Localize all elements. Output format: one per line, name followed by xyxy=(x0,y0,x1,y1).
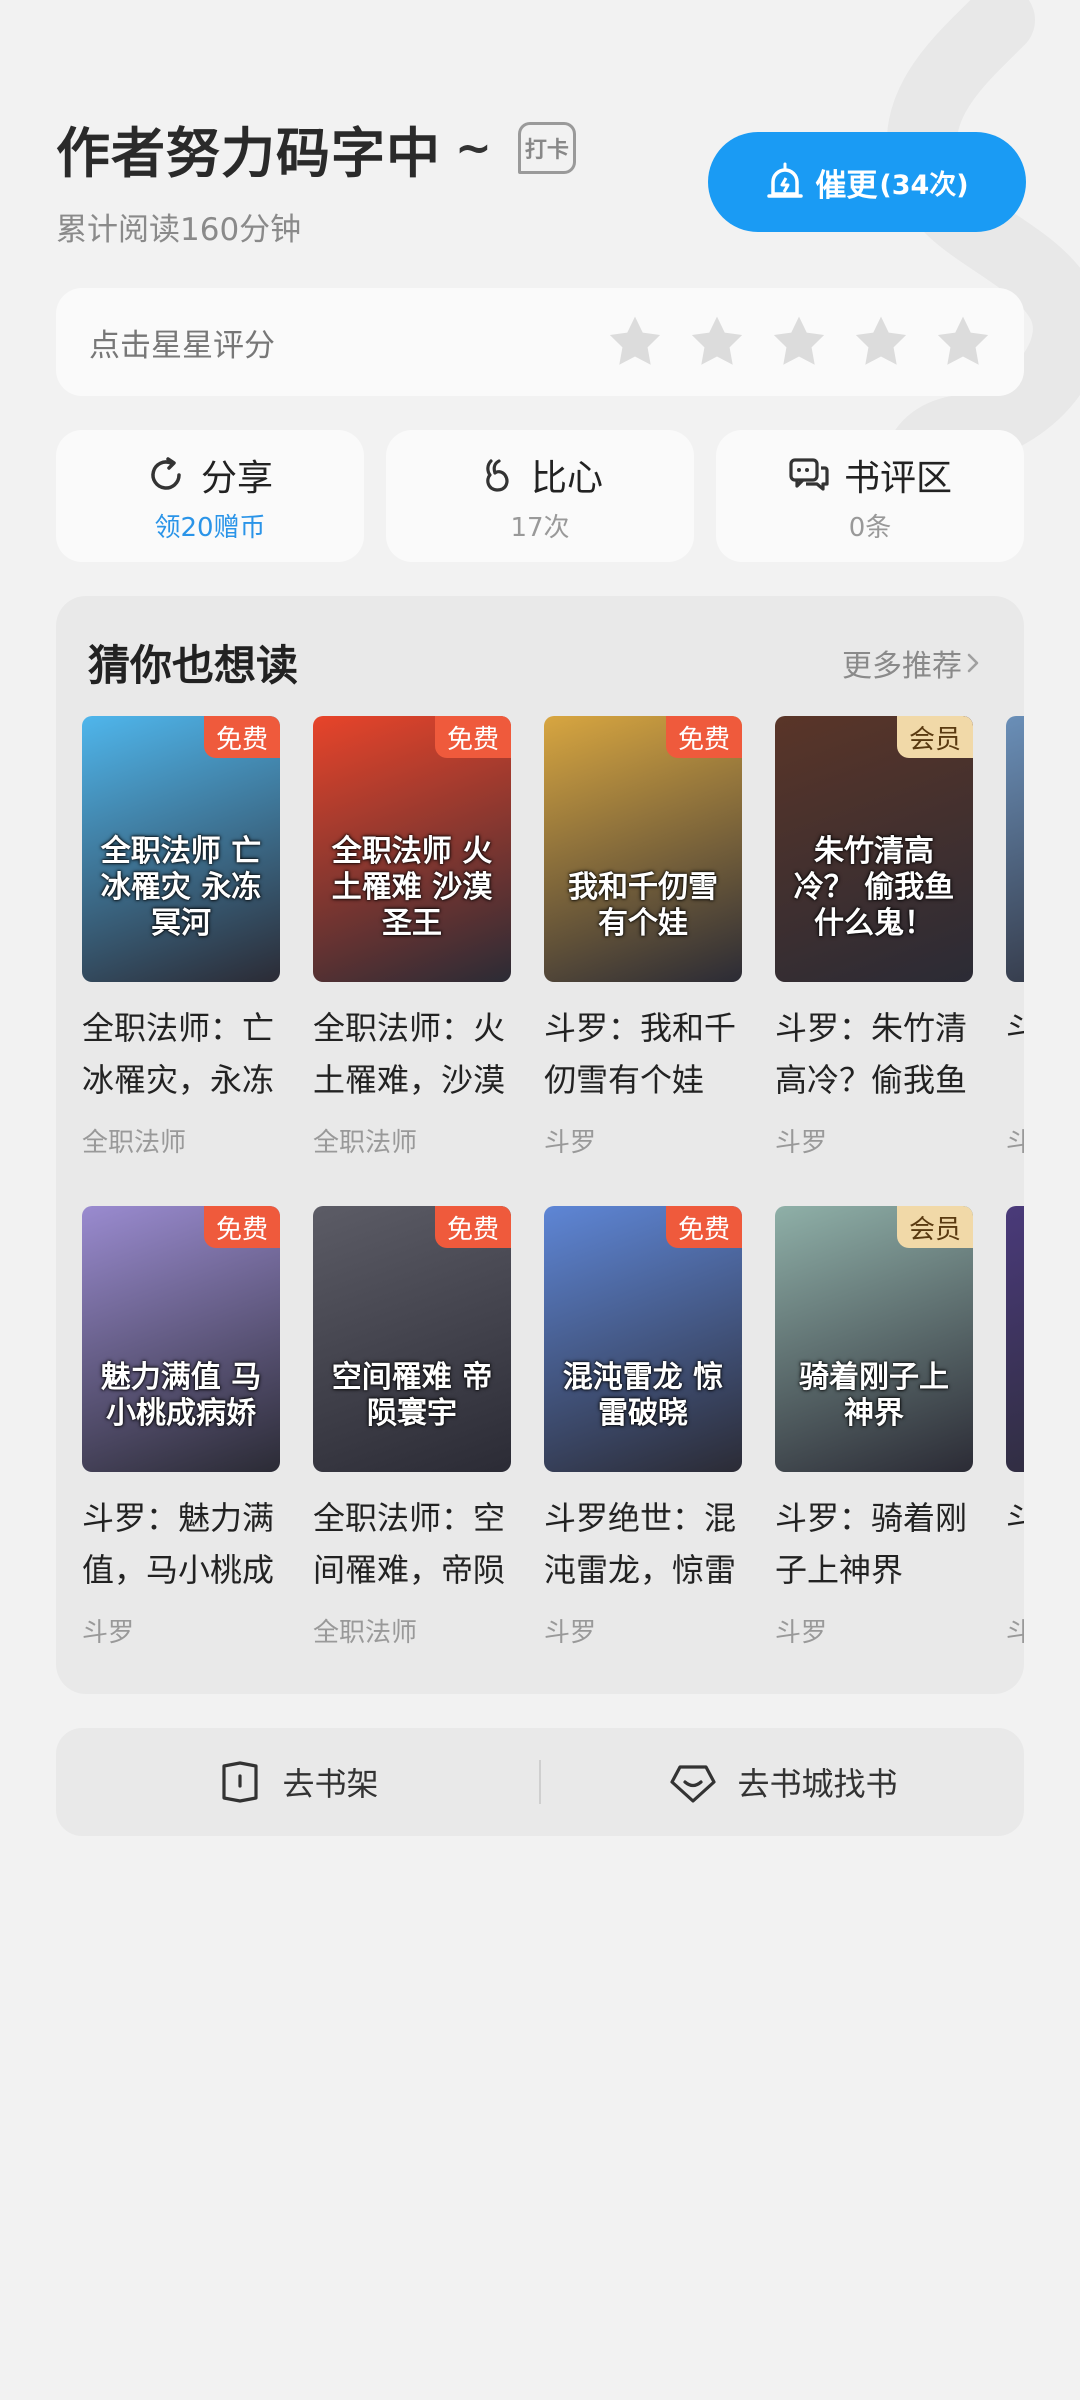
book-card[interactable]: 会员朱竹清高冷？ 偷我鱼什么鬼！ 斗罗：朱竹清高冷？偷我鱼斗罗 xyxy=(775,716,973,1159)
book-card[interactable]: 免费全职法师 火土罹难 沙漠圣王全职法师：火土罹难，沙漠全职法师 xyxy=(313,716,511,1159)
star-icon[interactable] xyxy=(770,313,828,371)
star-icon[interactable] xyxy=(606,313,664,371)
book-badge: 免费 xyxy=(666,716,742,758)
book-title: 全职法师：空间罹难，帝陨 xyxy=(313,1499,506,1589)
book-title: 斗罗：骑着刚子上神界 xyxy=(775,1499,968,1589)
book-category: 斗罗 xyxy=(544,1618,597,1648)
book-badge: 免费 xyxy=(435,1206,511,1248)
recommendation-panel: 猜你也想读 更多推荐 免费 全职法师 亡冰罹灾 永冻冥河 全职法师：亡冰罹灾，永冻全… xyxy=(56,596,1024,1694)
book-category: 斗罗 xyxy=(82,1618,135,1648)
book-badge: 免费 xyxy=(204,716,280,758)
rating-label: 点击星星评分 xyxy=(89,327,275,364)
urge-button-label: 催更 xyxy=(815,167,878,204)
comment-icon xyxy=(789,457,829,491)
book-cover[interactable]: 免费魅力满值 马小桃成病娇 xyxy=(82,1206,280,1472)
book-title: 斗罗绝世：混沌雷龙，惊雷 xyxy=(544,1499,737,1589)
review-section-button[interactable]: 书评区 0条 xyxy=(716,430,1024,562)
bookshelf-icon xyxy=(222,1761,259,1803)
book-cover[interactable] xyxy=(1006,716,1024,982)
book-cover[interactable]: 会员朱竹清高冷？ 偷我鱼什么鬼！ xyxy=(775,716,973,982)
book-category: 全职法师 xyxy=(82,1128,187,1158)
review-count: 0条 xyxy=(848,512,892,543)
book-category: 斗 xyxy=(1006,1618,1024,1648)
book-cover[interactable]: 免费全职法师 火土罹难 沙漠圣王 xyxy=(313,716,511,982)
finger-heart-label: 比心 xyxy=(530,457,603,499)
book-badge: 会员 xyxy=(897,1206,973,1248)
share-icon xyxy=(151,456,181,490)
bookstore-icon xyxy=(670,1765,717,1803)
book-badge: 会员 xyxy=(897,716,973,758)
book-card[interactable]: 免费魅力满值 马小桃成病娇斗罗：魅力满值，马小桃成斗罗 xyxy=(82,1206,280,1649)
star-icon[interactable] xyxy=(688,313,746,371)
book-cover-text: 混沌雷龙 惊雷破晓 xyxy=(562,1360,724,1431)
book-cover[interactable]: 免费空间罹难 帝陨寰宇 xyxy=(313,1206,511,1472)
book-cover-text: 全职法师 火土罹难 沙漠圣王 xyxy=(331,834,493,941)
review-section-label: 书评区 xyxy=(843,457,952,499)
book-cover[interactable]: 免费全职法师 亡冰罹灾 永冻冥河 xyxy=(82,716,280,982)
book-row: 免费 全职法师 亡冰罹灾 永冻冥河 全职法师：亡冰罹灾，永冻 全职法师 免费 全职法师 火… xyxy=(82,716,1024,1159)
book-card[interactable]: 斗罗：蛋斗 xyxy=(1006,716,1024,1159)
rating-card: 点击星星评分 xyxy=(56,288,1024,396)
book-card[interactable]: 会员骑着刚子上神界斗罗：骑着刚子上神界斗罗 xyxy=(775,1206,973,1649)
book-cover[interactable]: 会员骑着刚子上神界 xyxy=(775,1206,973,1472)
finger-heart-count: 17次 xyxy=(510,512,570,543)
book-category: 斗 xyxy=(1006,1128,1024,1158)
book-title: 全职法师：亡冰罹灾，永冻 xyxy=(82,1009,275,1099)
book-cover[interactable]: 免费混沌雷龙 惊雷破晓 xyxy=(544,1206,742,1472)
book-cover-text: 朱竹清高冷？ 偷我鱼什么鬼！ xyxy=(793,834,955,941)
finger-heart-button[interactable]: 比心 17次 xyxy=(386,430,694,562)
alarm-icon xyxy=(767,162,804,198)
bottom-bar: 去书架 去书城找书 xyxy=(56,1728,1024,1836)
book-category: 全职法师 xyxy=(313,1618,418,1648)
book-title: 斗罗：朱竹清高冷？偷我鱼 xyxy=(775,1009,968,1099)
action-row: 分享 领20赠币 比心 17次 书评区 0条 xyxy=(56,430,1024,562)
star-icon[interactable] xyxy=(934,313,992,371)
book-cover[interactable] xyxy=(1006,1206,1024,1472)
checkin-icon[interactable]: 打卡 xyxy=(517,122,576,174)
book-badge: 免费 xyxy=(204,1206,280,1248)
go-bookstore-button[interactable]: 去书城找书 xyxy=(541,1758,1024,1806)
header: 作者努力码字中 ~ 打卡 累计阅读160分钟 催更 (34次) xyxy=(56,108,1026,248)
more-recommendations-label: 更多推荐 xyxy=(842,648,962,684)
book-cover-text: 空间罹难 帝陨寰宇 xyxy=(331,1360,493,1431)
urge-count: (34次) xyxy=(879,169,969,201)
urge-update-button[interactable]: 催更 (34次) xyxy=(708,132,1026,232)
finger-heart-icon xyxy=(486,458,509,492)
go-bookshelf-label: 去书架 xyxy=(282,1765,379,1803)
book-row: 免费 魅力满值 马小桃成病娇 斗罗：魅力满值，马小桃成 斗罗 免费 空间罹难 帝陨寰宇 全职… xyxy=(82,1206,1024,1649)
book-title: 斗罗：谷 xyxy=(1006,1499,1024,1537)
book-card[interactable]: 免费空间罹难 帝陨寰宇全职法师：空间罹难，帝陨全职法师 xyxy=(313,1206,511,1649)
book-title: 斗罗：蛋 xyxy=(1006,1009,1024,1047)
book-cover-text: 魅力满值 马小桃成病娇 xyxy=(100,1360,262,1431)
share-label: 分享 xyxy=(200,457,273,499)
share-button[interactable]: 分享 领20赠币 xyxy=(56,430,364,562)
book-cover[interactable]: 免费我和千仞雪 有个娃 xyxy=(544,716,742,982)
book-badge: 免费 xyxy=(666,1206,742,1248)
book-badge: 免费 xyxy=(435,716,511,758)
chevron-right-icon xyxy=(967,653,979,672)
book-category: 斗罗 xyxy=(775,1618,828,1648)
book-card[interactable]: 免费混沌雷龙 惊雷破晓斗罗绝世：混沌雷龙，惊雷斗罗 xyxy=(544,1206,742,1649)
book-category: 斗罗 xyxy=(775,1128,828,1158)
go-bookshelf-button[interactable]: 去书架 xyxy=(56,1758,539,1806)
book-title: 全职法师：火土罹难，沙漠 xyxy=(313,1009,506,1099)
recommendation-title: 猜你也想读 xyxy=(88,641,299,690)
book-category: 全职法师 xyxy=(313,1128,418,1158)
title-tilde: ~ xyxy=(455,122,492,174)
book-cover-text: 我和千仞雪 有个娃 xyxy=(568,870,718,941)
book-title: 斗罗：魅力满值，马小桃成 xyxy=(82,1499,275,1589)
book-card[interactable]: 斗罗：谷斗 xyxy=(1006,1206,1024,1649)
book-card[interactable]: 免费全职法师 亡冰罹灾 永冻冥河全职法师：亡冰罹灾，永冻全职法师 xyxy=(82,716,280,1159)
more-recommendations-link[interactable]: 更多推荐 xyxy=(842,641,984,685)
go-bookstore-label: 去书城找书 xyxy=(737,1765,898,1803)
book-category: 斗罗 xyxy=(544,1128,597,1158)
share-reward: 领20赠币 xyxy=(154,512,266,543)
page-title: 作者努力码字中 xyxy=(56,121,441,185)
book-cover-text: 骑着刚子上神界 xyxy=(799,1360,949,1431)
book-title: 斗罗：我和千仞雪有个娃 xyxy=(544,1009,737,1099)
star-icon[interactable] xyxy=(852,313,910,371)
book-card[interactable]: 免费我和千仞雪 有个娃斗罗：我和千仞雪有个娃斗罗 xyxy=(544,716,742,1159)
book-cover-text: 全职法师 亡冰罹灾 永冻冥河 xyxy=(100,834,262,941)
rating-stars xyxy=(582,313,992,371)
